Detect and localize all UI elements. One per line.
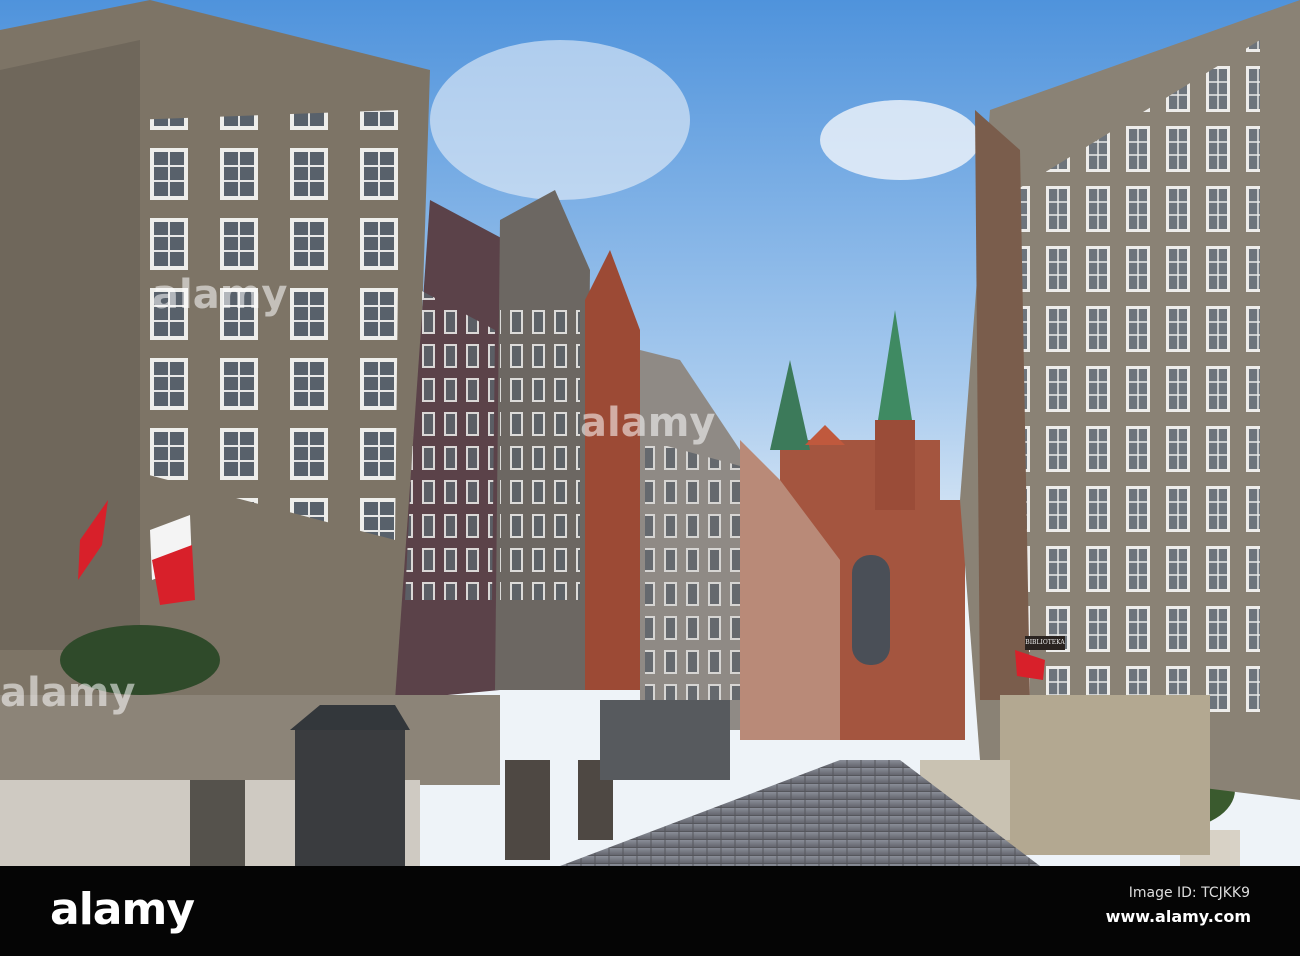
stock-photo: BIBLIOTEKA alamy alamy alamy alamy Image… [0, 0, 1300, 956]
street-scene [0, 0, 1300, 866]
site-url: www.alamy.com [1105, 907, 1251, 926]
alamy-logo: alamy [50, 884, 195, 935]
cloud [430, 40, 690, 200]
cloud [820, 100, 980, 180]
footer-bar: alamy Image ID: TCJKK9 www.alamy.com [0, 866, 1300, 956]
image-id: Image ID: TCJKK9 [1128, 885, 1250, 901]
library-sign: BIBLIOTEKA [1025, 636, 1065, 650]
